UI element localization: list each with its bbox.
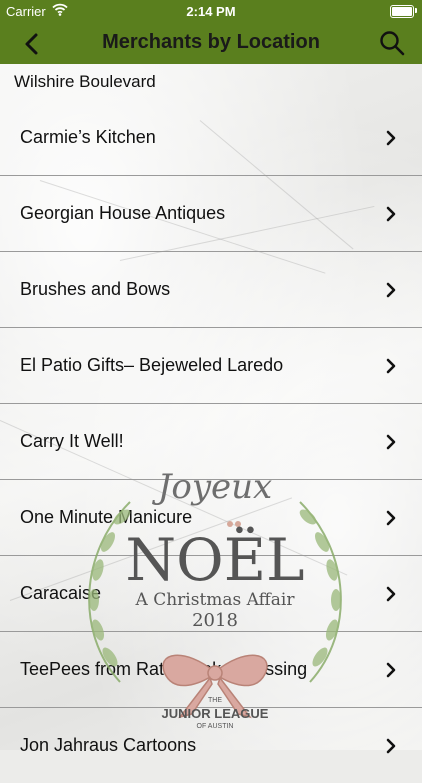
merchant-row[interactable]: Brushes and Bows	[0, 252, 422, 328]
merchant-name: El Patio Gifts– Bejeweled Laredo	[20, 355, 284, 375]
chevron-right-icon	[386, 434, 396, 450]
merchant-name: Carry It Well!	[20, 431, 124, 451]
chevron-right-icon	[386, 586, 396, 602]
merchant-row[interactable]: Jon Jahraus Cartoons	[0, 708, 422, 783]
merchant-name: Georgian House Antiques	[20, 203, 226, 223]
merchant-name: TeePees from Rattlesnake Crossing	[20, 659, 308, 679]
merchant-list: Carmie’s Kitchen Georgian House Antiques…	[0, 100, 422, 783]
merchant-name: One Minute Manicure	[20, 507, 193, 527]
chevron-right-icon	[386, 206, 396, 222]
chevron-right-icon	[386, 510, 396, 526]
page-title: Merchants by Location	[102, 31, 320, 53]
merchant-row[interactable]: Carmie’s Kitchen	[0, 100, 422, 176]
battery-icon	[390, 5, 414, 18]
chevron-right-icon	[386, 738, 396, 754]
merchant-row[interactable]: Carry It Well!	[0, 404, 422, 480]
merchant-name: Carmie’s Kitchen	[20, 127, 156, 147]
merchant-name: Caracaise	[20, 583, 102, 603]
chevron-right-icon	[386, 662, 396, 678]
merchant-row[interactable]: Georgian House Antiques	[0, 176, 422, 252]
merchant-name: Brushes and Bows	[20, 279, 171, 299]
clock: 2:14 PM	[186, 4, 236, 19]
status-bar: Carrier 2:14 PM	[0, 0, 422, 22]
merchant-row[interactable]: One Minute Manicure	[0, 480, 422, 556]
chevron-right-icon	[386, 130, 396, 146]
merchant-row[interactable]: Caracaise	[0, 556, 422, 632]
navigation-bar: Merchants by Location	[0, 22, 422, 64]
section-header: Wilshire Boulevard	[14, 72, 156, 91]
merchant-row[interactable]: El Patio Gifts– Bejeweled Laredo	[0, 328, 422, 404]
merchant-row[interactable]: TeePees from Rattlesnake Crossing	[0, 632, 422, 708]
search-icon[interactable]	[378, 29, 406, 57]
chevron-right-icon	[386, 282, 396, 298]
chevron-right-icon	[386, 358, 396, 374]
battery-cap	[415, 8, 417, 13]
merchant-name: Jon Jahraus Cartoons	[20, 735, 197, 755]
